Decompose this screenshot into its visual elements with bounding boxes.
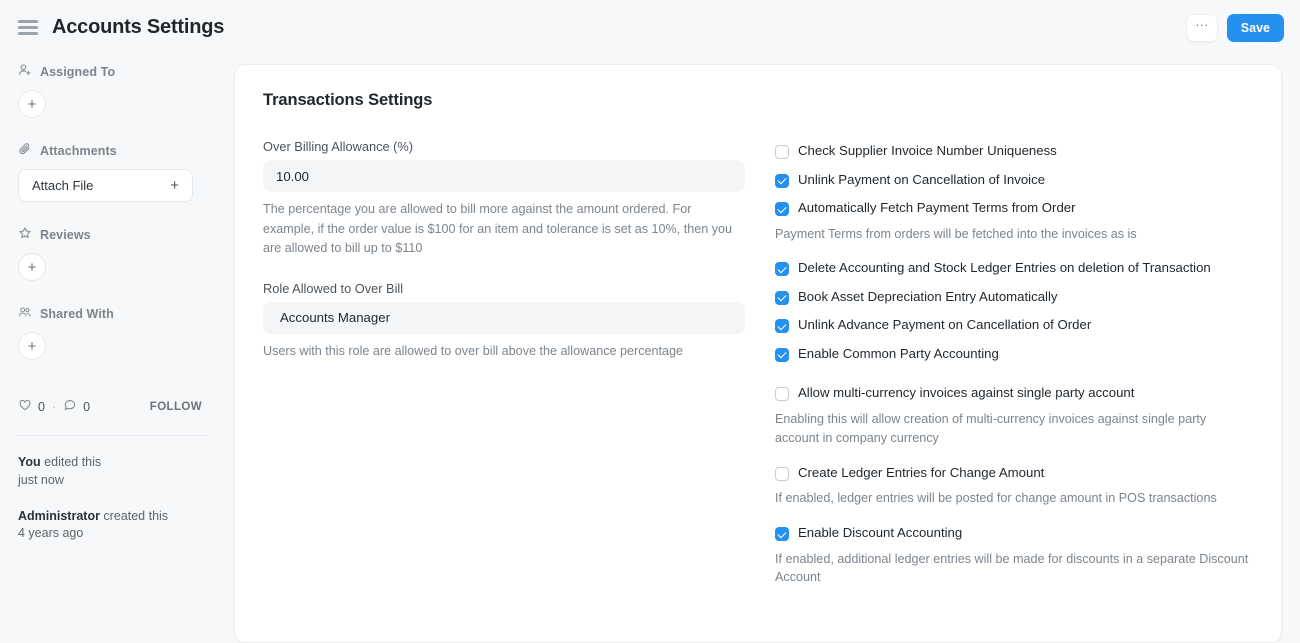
activity-time: 4 years ago [18, 525, 206, 543]
checkbox-label[interactable]: Automatically Fetch Payment Terms from O… [798, 200, 1076, 217]
field-label: Role Allowed to Over Bill [263, 281, 745, 296]
field-over-billing-allowance: Over Billing Allowance (%) 10.00 The per… [263, 139, 745, 259]
checkbox-label[interactable]: Unlink Advance Payment on Cancellation o… [798, 317, 1091, 334]
checkbox-input[interactable] [775, 527, 789, 541]
paperclip-icon [18, 142, 32, 159]
checkbox-description: If enabled, additional ledger entries wi… [775, 550, 1253, 588]
role-allowed-input[interactable]: Accounts Manager [263, 302, 745, 334]
reviews-label: Reviews [40, 228, 91, 242]
checkbox-row-enable-common-party-accounting[interactable]: Enable Common Party Accounting [775, 346, 1253, 363]
comment-count: 0 [83, 400, 90, 414]
settings-card: Transactions Settings Over Billing Allow… [234, 64, 1282, 643]
checkbox-input[interactable] [775, 319, 789, 333]
checkbox-input[interactable] [775, 291, 789, 305]
shared-with-header: Shared With [18, 305, 206, 322]
settings-columns: Over Billing Allowance (%) 10.00 The per… [263, 139, 1253, 604]
checkbox-input[interactable] [775, 467, 789, 481]
add-share-button[interactable]: + [18, 332, 46, 360]
checkbox-row-unlink-payment-on-cancellation-of-invoice[interactable]: Unlink Payment on Cancellation of Invoic… [775, 172, 1253, 189]
add-review-button[interactable]: + [18, 253, 46, 281]
activity-time: just now [18, 472, 206, 490]
save-button[interactable]: Save [1227, 14, 1284, 42]
checkbox-row-unlink-advance-payment-on-cancellation-of-order[interactable]: Unlink Advance Payment on Cancellation o… [775, 317, 1253, 334]
left-column: Over Billing Allowance (%) 10.00 The per… [263, 139, 745, 604]
checkbox-label[interactable]: Enable Common Party Accounting [798, 346, 999, 363]
hamburger-icon[interactable] [18, 20, 38, 35]
shared-with-label: Shared With [40, 307, 114, 321]
field-description: Users with this role are allowed to over… [263, 342, 745, 362]
checkbox-label[interactable]: Check Supplier Invoice Number Uniqueness [798, 143, 1057, 160]
checkbox-row-delete-accounting-and-stock-ledger-entries[interactable]: Delete Accounting and Stock Ledger Entri… [775, 260, 1253, 277]
checkbox-label[interactable]: Create Ledger Entries for Change Amount [798, 465, 1044, 482]
assigned-to-label: Assigned To [40, 65, 115, 79]
sidebar-section-attachments: Attachments Attach File + [18, 142, 206, 202]
checkbox-input[interactable] [775, 145, 789, 159]
checkbox-row-book-asset-depreciation-entry-automatically[interactable]: Book Asset Depreciation Entry Automatica… [775, 289, 1253, 306]
follow-button[interactable]: FOLLOW [150, 401, 202, 413]
meta-separator: · [52, 400, 56, 414]
page-title: Accounts Settings [52, 16, 224, 39]
plus-icon: + [170, 177, 179, 194]
section-title: Transactions Settings [263, 91, 1253, 110]
activity-action: edited this [41, 455, 101, 469]
sidebar-section-assigned-to: Assigned To + [18, 63, 206, 118]
activity-item-created: Administrator created this 4 years ago [18, 508, 206, 544]
document-meta-row: 0 · 0 FOLLOW [18, 398, 206, 415]
over-billing-allowance-input[interactable]: 10.00 [263, 160, 745, 192]
checkbox-row-allow-multi-currency-invoices[interactable]: Allow multi-currency invoices against si… [775, 385, 1253, 402]
top-navbar: Accounts Settings ··· Save [0, 0, 1300, 55]
more-options-button[interactable]: ··· [1186, 14, 1218, 42]
attach-file-button[interactable]: Attach File + [18, 169, 193, 202]
heart-icon[interactable] [18, 398, 32, 415]
field-role-allowed-to-over-bill: Role Allowed to Over Bill Accounts Manag… [263, 281, 745, 362]
checkbox-input[interactable] [775, 202, 789, 216]
sidebar: Assigned To + Attachments Attach File + [0, 55, 234, 643]
field-label: Over Billing Allowance (%) [263, 139, 745, 154]
checkbox-row-create-ledger-entries-for-change-amount[interactable]: Create Ledger Entries for Change Amount [775, 465, 1253, 482]
page-body: Assigned To + Attachments Attach File + [0, 55, 1300, 643]
reviews-header: Reviews [18, 226, 206, 243]
sidebar-divider [18, 435, 206, 436]
assigned-to-header: Assigned To [18, 63, 206, 80]
navbar-actions: ··· Save [1186, 14, 1284, 42]
checkbox-input[interactable] [775, 174, 789, 188]
checkbox-input[interactable] [775, 348, 789, 362]
checkbox-row-enable-discount-accounting[interactable]: Enable Discount Accounting [775, 525, 1253, 542]
checkbox-description: Enabling this will allow creation of mul… [775, 410, 1253, 448]
checkbox-label[interactable]: Unlink Payment on Cancellation of Invoic… [798, 172, 1045, 189]
checkbox-label[interactable]: Enable Discount Accounting [798, 525, 962, 542]
checkbox-label[interactable]: Delete Accounting and Stock Ledger Entri… [798, 260, 1211, 277]
checkbox-description: Payment Terms from orders will be fetche… [775, 225, 1253, 244]
like-count: 0 [38, 400, 45, 414]
user-plus-icon [18, 63, 32, 80]
comment-icon[interactable] [63, 398, 77, 415]
attachments-label: Attachments [40, 144, 117, 158]
star-icon [18, 226, 32, 243]
checkbox-description: If enabled, ledger entries will be poste… [775, 489, 1253, 508]
checkbox-row-automatically-fetch-payment-terms-from-order[interactable]: Automatically Fetch Payment Terms from O… [775, 200, 1253, 217]
sidebar-section-shared-with: Shared With + [18, 305, 206, 360]
checkbox-input[interactable] [775, 262, 789, 276]
checkbox-input[interactable] [775, 387, 789, 401]
right-column: Check Supplier Invoice Number Uniqueness… [775, 139, 1253, 604]
activity-actor: Administrator [18, 509, 100, 523]
activity-action: created this [100, 509, 168, 523]
field-description: The percentage you are allowed to bill m… [263, 200, 745, 259]
add-assignment-button[interactable]: + [18, 90, 46, 118]
activity-item-edited: You edited this just now [18, 454, 206, 490]
attachments-header: Attachments [18, 142, 206, 159]
checkbox-label[interactable]: Allow multi-currency invoices against si… [798, 385, 1134, 402]
checkbox-row-check-supplier-invoice-number-uniqueness[interactable]: Check Supplier Invoice Number Uniqueness [775, 143, 1253, 160]
sidebar-section-reviews: Reviews + [18, 226, 206, 281]
users-icon [18, 305, 32, 322]
checkbox-label[interactable]: Book Asset Depreciation Entry Automatica… [798, 289, 1057, 306]
attach-file-label: Attach File [32, 178, 93, 193]
activity-actor: You [18, 455, 41, 469]
